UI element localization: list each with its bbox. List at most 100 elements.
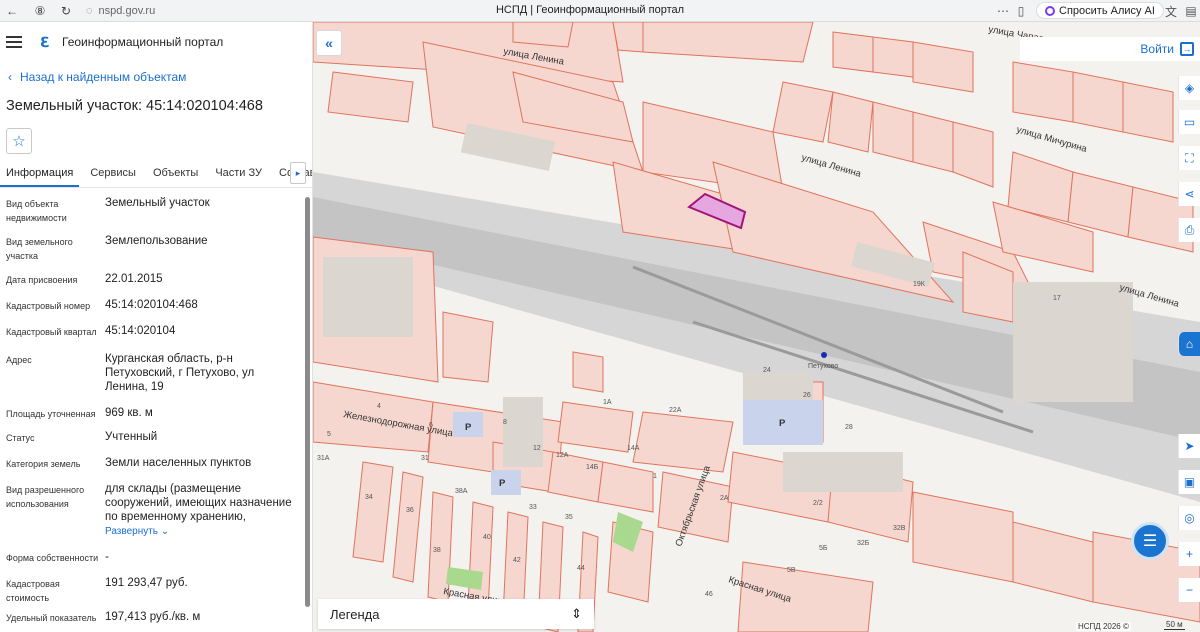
house-number: 6 <box>429 422 433 429</box>
house-number: 31 <box>421 455 429 462</box>
house-number: 12 <box>533 445 541 452</box>
house-number: 12А <box>556 452 569 459</box>
property-row: Статус Учтенный <box>0 430 312 456</box>
parking-label: P <box>779 418 786 429</box>
house-number: 31А <box>317 455 330 462</box>
house-number: 22А <box>669 407 682 414</box>
chat-bot-icon[interactable]: ⌂ <box>1178 332 1200 356</box>
url-text: nspd.gov.ru <box>98 4 156 17</box>
house-number: 1А <box>603 399 612 406</box>
property-value: 45:14:020104:468 <box>105 299 198 311</box>
house-number: 4 <box>377 403 381 410</box>
back-label: Назад к найденным объектам <box>20 70 187 84</box>
legend-dropdown[interactable]: Легенда ⇕ <box>318 599 594 629</box>
permitted-use-text: для склады (размещение сооружений, имеющ… <box>105 483 292 523</box>
menu-icon[interactable] <box>6 36 22 48</box>
street-label: улица Мичурина <box>1015 124 1089 155</box>
panel-scrollbar[interactable] <box>305 197 310 607</box>
map-scale: 50 м <box>1164 620 1185 630</box>
house-number: 17 <box>1053 295 1061 302</box>
zoom-out-icon[interactable]: − <box>1178 578 1200 602</box>
basemap-icon[interactable]: ▣ <box>1178 470 1200 494</box>
zoom-in-icon[interactable]: + <box>1178 542 1200 566</box>
property-row: Кадастровый номер 45:14:020104:468 <box>0 298 312 324</box>
ruler-icon[interactable]: ▭ <box>1178 110 1200 134</box>
tab-title: НСПД | Геоинформационный портал <box>495 4 685 16</box>
expand-label: Развернуть <box>105 526 159 537</box>
property-label: Категория земель <box>6 459 81 469</box>
property-row: Кадастровая стоимость 191 293,47 руб. <box>0 576 312 610</box>
support-chat-icon[interactable]: ☰ <box>1131 522 1169 560</box>
property-value: Земли населенных пунктов <box>105 457 252 469</box>
property-value: Землепользование <box>105 235 208 247</box>
property-row: Удельный показатель 197,413 руб./кв. м <box>0 610 312 630</box>
tabs-scroll-right-icon[interactable]: ▸ <box>290 162 306 184</box>
login-button[interactable]: Войти → <box>1020 37 1200 61</box>
property-row: Адрес Курганская область, р-н Петуховский… <box>0 352 312 406</box>
property-label: Вид разрешенного использования <box>6 485 85 509</box>
parking-label: P <box>499 478 506 489</box>
tab-parts[interactable]: Части ЗУ <box>209 167 268 187</box>
house-number: 36 <box>406 507 414 514</box>
house-number: 34 <box>365 494 373 501</box>
house-number: 40 <box>483 534 491 541</box>
property-label: Статус <box>6 433 35 443</box>
cadastral-map[interactable]: P P P Петухово улица Ленина улица Ленина… <box>313 22 1200 632</box>
station-marker[interactable] <box>821 352 827 358</box>
more-icon[interactable]: ⋯ <box>994 2 1012 20</box>
select-area-icon[interactable]: ⛶ <box>1178 146 1200 170</box>
login-icon: → <box>1180 42 1194 56</box>
house-number: 38 <box>433 547 441 554</box>
share-icon[interactable]: ⋖ <box>1178 182 1200 206</box>
back-arrow-icon[interactable]: ← <box>2 1 22 21</box>
layers-icon[interactable]: ◈ <box>1178 76 1200 100</box>
alice-label: Спросить Алису AI <box>1059 4 1155 17</box>
property-value: для склады (размещение сооружений, имеющ… <box>105 482 295 550</box>
reload-icon[interactable]: ↻ <box>56 1 76 21</box>
site-info-icon[interactable]: ◌ <box>86 5 93 17</box>
house-number: 19К <box>913 281 926 288</box>
yandex-icon[interactable]: ⑧ <box>30 1 50 21</box>
house-number: 42 <box>513 557 521 564</box>
property-row: Категория земель Земли населенных пунктов <box>0 456 312 482</box>
alice-icon <box>1045 5 1055 16</box>
property-value: 22.01.2015 <box>105 273 163 285</box>
print-icon[interactable]: ⎙ <box>1178 218 1200 242</box>
station-label: Петухово <box>808 363 838 370</box>
bookmark-icon[interactable]: ▯ <box>1012 2 1030 20</box>
tab-services[interactable]: Сервисы <box>84 167 142 187</box>
expand-link[interactable]: Развернуть ⌄ <box>105 525 169 539</box>
favorite-star-icon[interactable]: ☆ <box>6 128 32 154</box>
translate-icon[interactable]: 文 <box>1162 2 1180 20</box>
house-number: 38А <box>455 488 468 495</box>
house-number: 5В <box>787 567 796 574</box>
property-value: Учтенный <box>105 431 158 443</box>
house-number: 32Б <box>857 540 870 547</box>
house-number: 32В <box>893 525 906 532</box>
address-bar[interactable]: ◌ nspd.gov.ru <box>86 2 266 19</box>
property-label: Кадастровая стоимость <box>6 579 60 603</box>
map-copyright: НСПД 2026 © <box>1076 622 1131 631</box>
property-value: Земельный участок <box>105 197 210 209</box>
chevron-down-icon: ⌄ <box>160 526 170 537</box>
street-label: улица Ленина <box>800 152 863 180</box>
property-label: Удельный показатель <box>6 613 97 623</box>
legend-label: Легенда <box>330 606 380 622</box>
portal-header: ℇ Геоинформационный портал <box>0 22 312 62</box>
alice-button[interactable]: Спросить Алису AI <box>1036 2 1164 19</box>
tab-objects[interactable]: Объекты <box>147 167 204 187</box>
search-location-icon[interactable]: ◎ <box>1178 506 1200 530</box>
house-number: 24 <box>763 367 771 374</box>
map-canvas[interactable]: P P P Петухово улица Ленина улица Ленина… <box>313 22 1200 632</box>
house-number: 14А <box>627 445 640 452</box>
info-tabs: Информация Сервисы Объекты Части ЗУ Сост… <box>0 162 312 188</box>
downloads-icon[interactable]: ▤ <box>1182 2 1200 20</box>
property-row: Кадастровый квартал 45:14:020104 <box>0 324 312 352</box>
back-to-results-link[interactable]: ‹ Назад к найденным объектам <box>0 62 312 92</box>
house-number: 33 <box>529 504 537 511</box>
tab-information[interactable]: Информация <box>0 167 80 187</box>
property-label: Дата присвоения <box>6 275 78 285</box>
locate-icon[interactable]: ➤ <box>1178 434 1200 458</box>
collapse-panel-icon[interactable]: « <box>316 30 342 56</box>
house-number: 14Б <box>586 464 599 471</box>
